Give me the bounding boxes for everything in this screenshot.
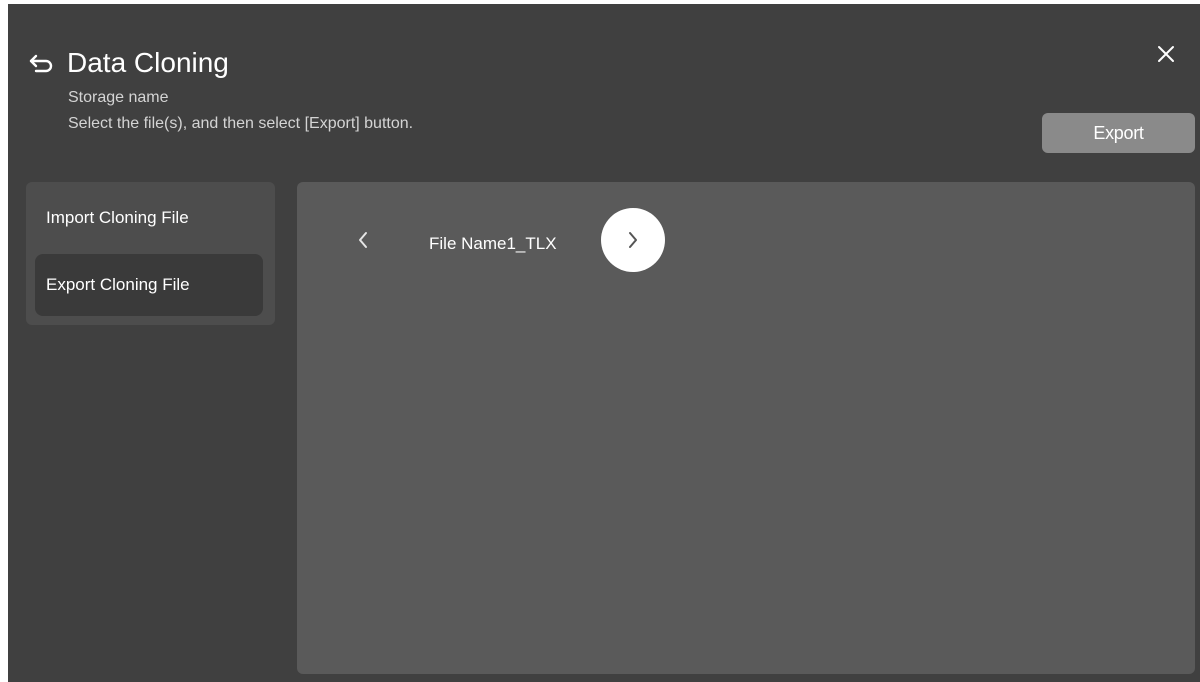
- data-cloning-window: Data Cloning Storage name Select the fil…: [8, 4, 1200, 682]
- back-arrow-icon: [29, 54, 53, 73]
- storage-name: Storage name: [68, 89, 169, 106]
- chevron-left-icon: [359, 232, 367, 248]
- sidebar-item-label: Export Cloning File: [46, 275, 190, 294]
- instruction-text: Select the file(s), and then select [Exp…: [68, 115, 414, 132]
- back-button[interactable]: [28, 51, 56, 75]
- sidebar: Import Cloning File Export Cloning File: [26, 182, 275, 325]
- file-list-panel: File Name1_TLX: [297, 182, 1195, 674]
- previous-file-button[interactable]: [340, 209, 386, 271]
- file-name: File Name1_TLX: [429, 234, 557, 253]
- sidebar-item-export-cloning-file[interactable]: Export Cloning File: [35, 254, 263, 316]
- sidebar-item-label: Import Cloning File: [46, 208, 189, 227]
- page-title: Data Cloning: [67, 47, 229, 78]
- next-file-button[interactable]: [601, 208, 665, 272]
- close-icon: [1158, 46, 1174, 62]
- sidebar-item-import-cloning-file[interactable]: Import Cloning File: [35, 187, 263, 249]
- close-button[interactable]: [1154, 42, 1178, 66]
- export-button[interactable]: Export: [1042, 113, 1195, 153]
- chevron-right-icon: [629, 232, 637, 248]
